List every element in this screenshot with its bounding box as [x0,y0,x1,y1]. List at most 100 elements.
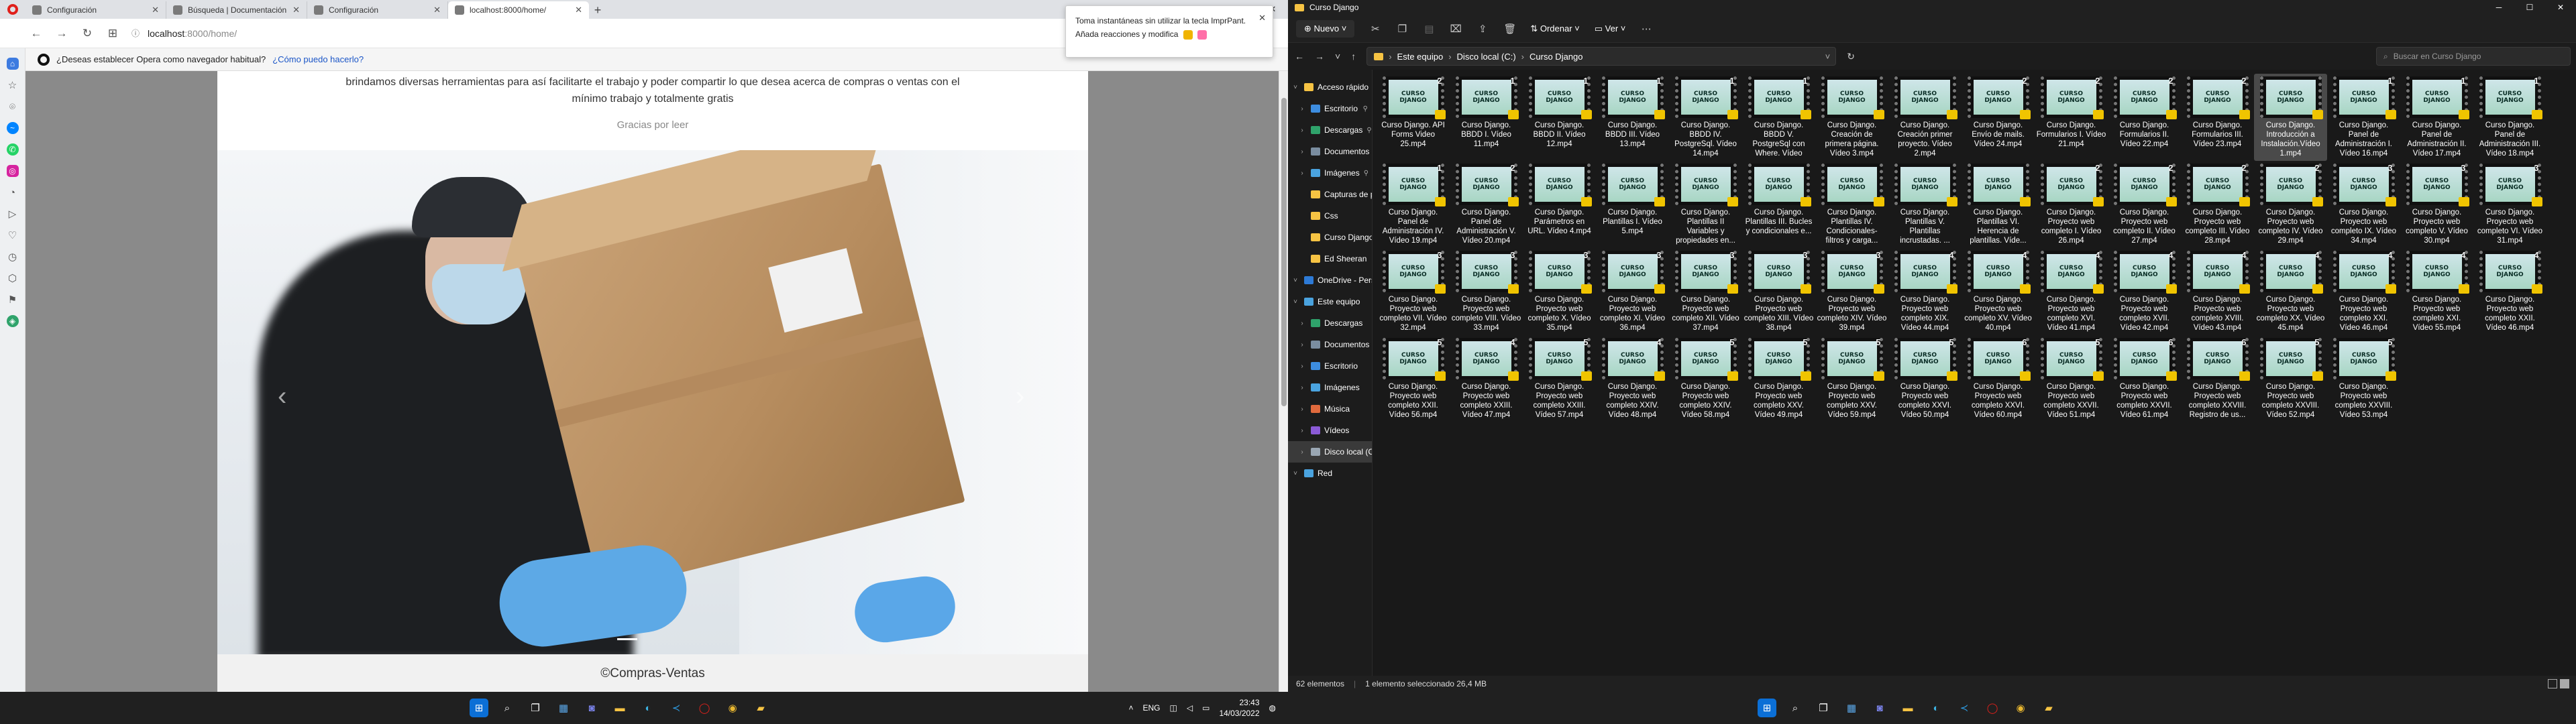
file-item[interactable]: CURSO DJANGO 6 Curso Django. Proyecto web c… [1962,335,2035,422]
file-item[interactable]: CURSO DJANGO 5 Curso Django. Proyecto web c… [2035,335,2108,422]
nav-item[interactable]: › Vídeos [1288,420,1372,441]
crumb-this-pc[interactable]: Este equipo [1397,52,1444,62]
file-item[interactable]: CURSO DJANGO 5 Curso Django. Proyecto web c… [1742,335,1815,422]
expand-icon[interactable]: › [1297,384,1307,391]
vscode-icon[interactable]: ≺ [667,699,686,717]
file-item[interactable]: CURSO DJANGO Curso Django. Plantillas III.… [1742,161,1815,248]
file-item[interactable]: CURSO DJANGO 1 Curso Django. Panel de Admin… [2473,74,2546,161]
nav-item[interactable]: Curso Django [1288,227,1372,248]
details-view-icon[interactable] [2548,679,2557,688]
toast-close-icon[interactable]: ✕ [1258,11,1266,25]
nav-item[interactable]: ˅ OneDrive - Personal [1288,269,1372,291]
file-item[interactable]: CURSO DJANGO 4 Curso Django. Proyecto web c… [2035,248,2108,335]
back-icon[interactable]: ← [1295,51,1304,62]
edge-icon[interactable]: ◐ [639,699,657,717]
paste-icon[interactable]: ▤ [1423,23,1435,35]
expand-icon[interactable]: ˅ [1291,277,1300,284]
history-icon[interactable]: ◔ [7,186,19,198]
extensions-icon[interactable]: ⬡ [7,272,19,284]
address-field[interactable]: ⓘ localhost:8000/home/ [131,27,237,39]
start-icon[interactable]: ⊞ [470,699,488,717]
file-item[interactable]: CURSO DJANGO 1 Curso Django. BBDD III. Víde… [1596,74,1669,161]
file-item[interactable]: CURSO DJANGO 2 Curso Django. Formularios II… [2181,74,2254,161]
page-scrollbar[interactable] [1279,71,1288,724]
breadcrumb[interactable]: › Este equipo › Disco local (C:) › Curso… [1366,47,1837,66]
start-icon[interactable]: ⊞ [1758,699,1776,717]
sort-button[interactable]: ⇅ Ordenar ˅ [1530,23,1579,34]
nav-item[interactable]: ˅ Red [1288,463,1372,484]
file-item[interactable]: CURSO DJANGO 2 Curso Django. Proyecto web c… [2254,161,2327,248]
language-indicator[interactable]: ENG [1143,703,1161,713]
home-icon[interactable]: ⌂ [6,58,19,70]
file-item[interactable]: CURSO DJANGO 1 Curso Django. BBDD I. Vídeo … [1450,74,1523,161]
folder-icon[interactable]: ▰ [751,699,770,717]
nav-item[interactable]: › Música [1288,398,1372,420]
clock-icon[interactable]: ◷ [7,251,19,263]
crypto-wallet-icon[interactable]: ◈ [6,315,19,327]
file-item[interactable]: CURSO DJANGO 5 Curso Django. Proyecto web c… [2327,335,2400,422]
chrome-icon[interactable]: ◉ [2011,699,2030,717]
tab-close-icon[interactable]: ✕ [575,5,582,15]
nav-item[interactable]: › Imágenes ⚲ [1288,162,1372,184]
file-item[interactable]: CURSO DJANGO 1 Curso Django. BBDD IV. Postg… [1669,74,1742,161]
nav-item[interactable]: Capturas de pantal [1288,184,1372,205]
file-item[interactable]: CURSO DJANGO 3 Curso Django. Proyecto web c… [2327,161,2400,248]
nav-item[interactable]: ›Documentos⚲ [1288,141,1372,162]
notifications-icon[interactable]: ◍ [1269,703,1276,713]
file-item[interactable]: CURSO DJANGO Curso Django. Creación de pri… [1815,74,1888,161]
nav-item[interactable]: › Descargas [1288,312,1372,334]
heart-icon[interactable]: ♡ [7,229,19,241]
teams-icon[interactable]: ◙ [582,699,601,717]
opera-icon[interactable]: ◯ [695,699,714,717]
scrollbar-thumb[interactable] [1281,98,1287,406]
file-explorer-icon[interactable]: ▬ [1898,699,1917,717]
crumb-curso-django[interactable]: Curso Django [1529,52,1583,62]
maximize-icon[interactable]: ☐ [2514,0,2545,15]
file-item[interactable]: CURSO DJANGO Curso Django. Plantillas I. V… [1596,161,1669,248]
forward-icon[interactable]: → [55,27,68,40]
expand-icon[interactable]: › [1297,448,1307,456]
nav-item[interactable]: ˅ Acceso rápido [1288,76,1372,98]
file-item[interactable]: CURSO DJANGO 4 Curso Django. Proyecto web c… [1962,248,2035,335]
file-item[interactable]: CURSO DJANGO 4 Curso Django. Proyecto web c… [2327,248,2400,335]
file-item[interactable]: CURSO DJANGO 6 Curso Django. Proyecto web c… [2108,335,2181,422]
browser-tab[interactable]: Configuración ✕ [307,1,448,19]
file-item[interactable]: CURSO DJANGO 1 Curso Django. BBDD V. Postgr… [1742,74,1815,161]
file-item[interactable]: CURSO DJANGO 2 Curso Django. Formularios II… [2108,74,2181,161]
nav-item[interactable]: ˅ Este equipo [1288,291,1372,312]
player-icon[interactable]: ▷ [7,208,19,220]
file-item[interactable]: CURSO DJANGO Curso Django. Creación primer… [1888,74,1962,161]
whatsapp-icon[interactable]: ✆ [6,143,19,156]
tray-chevron-icon[interactable]: ˄ [1129,703,1134,713]
file-item[interactable]: CURSO DJANGO 3 Curso Django. Proyecto web c… [1815,248,1888,335]
nav-item[interactable]: Ed Sheeran [1288,248,1372,269]
close-icon[interactable]: ✕ [2545,0,2576,15]
carousel-prev-icon[interactable]: ‹ [278,381,286,412]
widgets-icon[interactable]: ▦ [554,699,573,717]
file-item[interactable]: CURSO DJANGO 3 Curso Django. Proyecto web c… [1669,248,1742,335]
teams-icon[interactable]: ◙ [1870,699,1889,717]
expand-icon[interactable]: › [1297,148,1307,156]
instagram-icon[interactable]: ◎ [6,165,19,177]
expand-icon[interactable]: › [1297,341,1307,349]
file-item[interactable]: CURSO DJANGO 6 Curso Django. Proyecto web c… [2181,335,2254,422]
file-item[interactable]: CURSO DJANGO 1 Curso Django. Panel de Admin… [2400,74,2473,161]
refresh-icon[interactable]: ↻ [1847,51,1855,62]
file-explorer-icon[interactable]: ▬ [610,699,629,717]
file-item[interactable]: CURSO DJANGO 2 Curso Django. Formularios I.… [2035,74,2108,161]
folder-icon[interactable]: ▰ [2039,699,2058,717]
file-item[interactable]: CURSO DJANGO 5 Curso Django. Proyecto web c… [1523,335,1596,422]
file-item[interactable]: CURSO DJANGO 2 Curso Django. Proyecto web c… [2181,161,2254,248]
tab-close-icon[interactable]: ✕ [292,5,300,15]
nav-item[interactable]: › Escritorio ⚲ [1288,98,1372,119]
file-item[interactable]: CURSO DJANGO 2 Curso Django. API Forms Vide… [1377,74,1450,161]
file-item[interactable]: CURSO DJANGO 4 Curso Django. Proyecto web c… [2473,248,2546,335]
expand-icon[interactable]: › [1297,170,1307,177]
widgets-icon[interactable]: ▦ [1842,699,1861,717]
carousel-next-icon[interactable]: › [1016,381,1024,412]
chrome-icon[interactable]: ◉ [723,699,742,717]
expand-icon[interactable]: › [1297,127,1307,134]
copy-icon[interactable]: ❐ [1396,23,1408,35]
task-view-icon[interactable]: ❐ [1814,699,1833,717]
file-item[interactable]: CURSO DJANGO 4 Curso Django. Proyecto web c… [2400,248,2473,335]
